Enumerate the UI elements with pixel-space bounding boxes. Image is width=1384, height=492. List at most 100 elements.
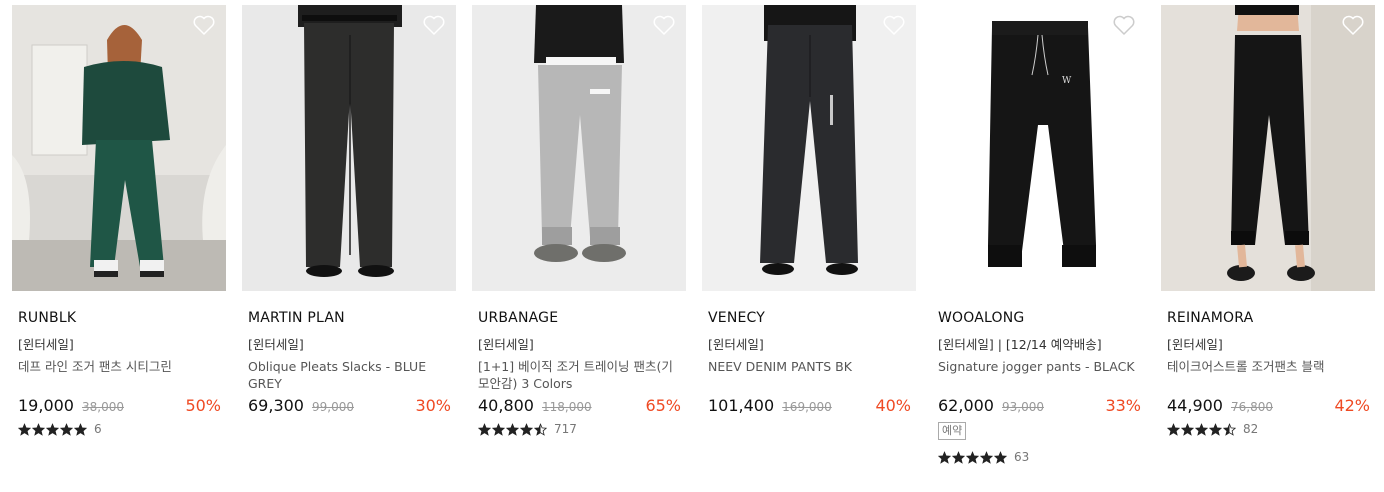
- wishlist-heart-icon[interactable]: [192, 14, 216, 36]
- product-grid: RUNBLK [윈터세일] 데프 라인 조거 팬츠 시티그린 19,000 38,…: [0, 0, 1384, 492]
- sale-price: 101,400: [708, 396, 775, 415]
- product-tag: [윈터세일]: [248, 337, 304, 352]
- product-tag: [윈터세일]: [708, 337, 764, 352]
- discount-rate: 50%: [185, 396, 221, 415]
- star-icon: [32, 422, 45, 436]
- product-image[interactable]: [472, 5, 686, 291]
- review-count: 63: [1014, 450, 1030, 464]
- rating-stars: [478, 422, 548, 436]
- star-icon: [1195, 422, 1208, 436]
- star-icon: [938, 450, 951, 464]
- wishlist-heart-icon[interactable]: [1112, 14, 1136, 36]
- rating: 717: [472, 421, 686, 437]
- sale-price: 62,000: [938, 396, 994, 415]
- price-row: 69,300 99,000 30%: [242, 395, 456, 417]
- product-image[interactable]: W: [932, 5, 1146, 291]
- rating: 82: [1161, 421, 1375, 437]
- review-count: 82: [1243, 422, 1259, 436]
- discount-rate: 40%: [875, 396, 911, 415]
- rating-stars: [938, 450, 1008, 464]
- star-icon: [980, 450, 993, 464]
- star-icon: [492, 422, 505, 436]
- product-photo: [702, 5, 916, 291]
- product-card[interactable]: REINAMORA [윈터세일] 테이크어스트롤 조거팬츠 블랙 44,900 7…: [1161, 5, 1375, 437]
- star-icon: [1167, 422, 1180, 436]
- product-tag: [윈터세일]: [478, 337, 534, 352]
- product-image[interactable]: [1161, 5, 1375, 291]
- original-price: 169,000: [782, 400, 832, 414]
- product-brand[interactable]: URBANAGE: [472, 308, 686, 328]
- rating-stars: [18, 422, 88, 436]
- product-name[interactable]: Signature jogger pants - BLACK: [932, 358, 1146, 392]
- sale-price: 19,000: [18, 396, 74, 415]
- wishlist-heart-icon[interactable]: [1341, 14, 1365, 36]
- product-photo: [242, 5, 456, 291]
- price-row: 44,900 76,800 42%: [1161, 395, 1375, 417]
- original-price: 76,800: [1230, 400, 1273, 414]
- price-row: 62,000 93,000 33%: [932, 395, 1146, 417]
- svg-text:W: W: [1062, 76, 1072, 86]
- product-brand[interactable]: WOOALONG: [932, 308, 1146, 328]
- star-icon: [60, 422, 73, 436]
- product-name[interactable]: NEEV DENIM PANTS BK: [702, 358, 916, 392]
- star-icon: [534, 422, 547, 436]
- product-name[interactable]: 데프 라인 조거 팬츠 시티그린: [12, 358, 226, 392]
- price-row: 101,400 169,000 40%: [702, 395, 916, 417]
- sale-price: 44,900: [1167, 396, 1223, 415]
- product-brand[interactable]: REINAMORA: [1161, 308, 1375, 328]
- star-icon: [966, 450, 979, 464]
- wishlist-heart-icon[interactable]: [422, 14, 446, 36]
- wishlist-heart-icon[interactable]: [882, 14, 906, 36]
- product-image[interactable]: [702, 5, 916, 291]
- product-name[interactable]: [1+1] 베이직 조거 트레이닝 팬츠(기모안감) 3 Colors: [472, 358, 686, 392]
- wishlist-heart-icon[interactable]: [652, 14, 676, 36]
- rating-stars: [1167, 422, 1237, 436]
- product-name[interactable]: Oblique Pleats Slacks - BLUE GREY: [242, 358, 456, 392]
- original-price: 38,000: [81, 400, 124, 414]
- sale-price: 69,300: [248, 396, 304, 415]
- product-card[interactable]: RUNBLK [윈터세일] 데프 라인 조거 팬츠 시티그린 19,000 38,…: [12, 5, 226, 437]
- product-brand[interactable]: MARTIN PLAN: [242, 308, 456, 328]
- star-icon: [1223, 422, 1236, 436]
- product-brand[interactable]: VENECY: [702, 308, 916, 328]
- star-icon: [506, 422, 519, 436]
- original-price: 118,000: [541, 400, 592, 414]
- product-photo: W: [932, 5, 1146, 291]
- star-icon: [520, 422, 533, 436]
- product-card[interactable]: MARTIN PLAN [윈터세일] Oblique Pleats Slacks…: [242, 5, 456, 417]
- product-photo: [1161, 5, 1375, 291]
- product-image[interactable]: [12, 5, 226, 291]
- product-photo: [472, 5, 686, 291]
- review-count: 717: [554, 422, 577, 436]
- product-tag: [윈터세일]: [1167, 337, 1223, 352]
- star-icon: [994, 450, 1007, 464]
- rating: 63: [932, 449, 1146, 465]
- sale-price: 40,800: [478, 396, 534, 415]
- discount-rate: 42%: [1334, 396, 1370, 415]
- product-tag: [윈터세일] | [12/14 예약배송]: [938, 337, 1102, 352]
- discount-rate: 65%: [645, 396, 681, 415]
- product-tag: [윈터세일]: [18, 337, 74, 352]
- product-card[interactable]: W WOOALONG [윈터세일] | [12/14 예약배송] Signatu…: [932, 5, 1146, 465]
- star-icon: [1209, 422, 1222, 436]
- product-card[interactable]: URBANAGE [윈터세일] [1+1] 베이직 조거 트레이닝 팬츠(기모안…: [472, 5, 686, 437]
- original-price: 93,000: [1001, 400, 1044, 414]
- review-count: 6: [94, 422, 102, 436]
- discount-rate: 30%: [415, 396, 451, 415]
- product-photo: [12, 5, 226, 291]
- star-icon: [478, 422, 491, 436]
- price-row: 19,000 38,000 50%: [12, 395, 226, 417]
- rating: 6: [12, 421, 226, 437]
- star-icon: [952, 450, 965, 464]
- original-price: 99,000: [311, 400, 354, 414]
- product-name[interactable]: 테이크어스트롤 조거팬츠 블랙: [1161, 358, 1375, 392]
- star-icon: [18, 422, 31, 436]
- star-icon: [74, 422, 87, 436]
- star-icon: [46, 422, 59, 436]
- star-icon: [1181, 422, 1194, 436]
- product-brand[interactable]: RUNBLK: [12, 308, 226, 328]
- product-card[interactable]: VENECY [윈터세일] NEEV DENIM PANTS BK 101,40…: [702, 5, 916, 417]
- product-image[interactable]: [242, 5, 456, 291]
- reservation-badge: 예약: [938, 422, 967, 440]
- discount-rate: 33%: [1105, 396, 1141, 415]
